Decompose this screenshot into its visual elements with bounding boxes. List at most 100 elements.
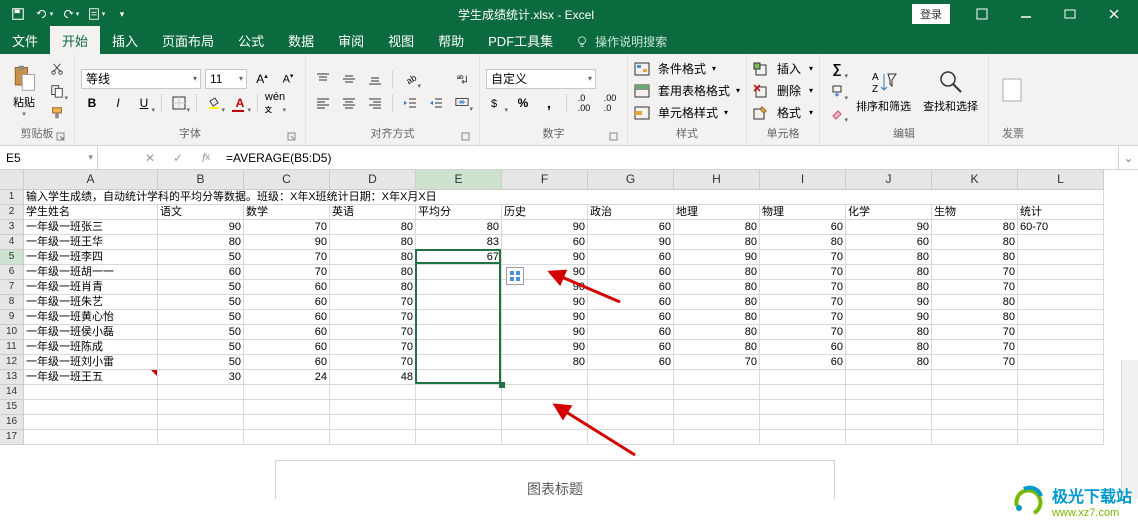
- tab-help[interactable]: 帮助: [426, 26, 476, 54]
- cell[interactable]: [1018, 400, 1104, 415]
- cell[interactable]: 60: [588, 355, 674, 370]
- cell[interactable]: [416, 355, 502, 370]
- number-format-combo[interactable]: 自定义: [486, 69, 596, 89]
- cell[interactable]: 80: [502, 355, 588, 370]
- cell[interactable]: 90: [244, 235, 330, 250]
- cell[interactable]: 48: [330, 370, 416, 385]
- row-header-4[interactable]: 4: [0, 235, 24, 250]
- row-header-17[interactable]: 17: [0, 430, 24, 445]
- row-header-13[interactable]: 13: [0, 370, 24, 385]
- font-color-button[interactable]: A: [229, 92, 251, 114]
- cell[interactable]: [330, 430, 416, 445]
- format-painter-button[interactable]: [46, 102, 68, 124]
- cell[interactable]: 60: [588, 280, 674, 295]
- cell[interactable]: 90: [846, 220, 932, 235]
- row-header-16[interactable]: 16: [0, 415, 24, 430]
- increase-indent-button[interactable]: [425, 92, 447, 114]
- cell[interactable]: [1018, 370, 1104, 385]
- cell[interactable]: 30: [158, 370, 244, 385]
- row-header-1[interactable]: 1: [0, 190, 24, 205]
- tab-data[interactable]: 数据: [276, 26, 326, 54]
- cell[interactable]: 60: [244, 355, 330, 370]
- cell[interactable]: 一年级一班王华: [24, 235, 158, 250]
- cell[interactable]: 70: [932, 325, 1018, 340]
- cell[interactable]: 70: [760, 295, 846, 310]
- quickprint-button[interactable]: ▾: [84, 2, 108, 26]
- maximize-button[interactable]: [1050, 2, 1090, 26]
- cell[interactable]: [674, 430, 760, 445]
- enter-formula-button[interactable]: ✓: [164, 146, 192, 169]
- column-header-B[interactable]: B: [158, 170, 244, 190]
- cell[interactable]: 70: [760, 265, 846, 280]
- cell[interactable]: 90: [158, 220, 244, 235]
- dialog-launcher-icon[interactable]: [609, 132, 619, 142]
- cell[interactable]: 80: [846, 355, 932, 370]
- cell[interactable]: [24, 400, 158, 415]
- column-header-F[interactable]: F: [502, 170, 588, 190]
- align-bottom-button[interactable]: [364, 68, 386, 90]
- cell[interactable]: 80: [674, 235, 760, 250]
- cell[interactable]: 一年级一班李四: [24, 250, 158, 265]
- cell[interactable]: [330, 415, 416, 430]
- cell[interactable]: [416, 385, 502, 400]
- cell[interactable]: [24, 385, 158, 400]
- cell-styles-button[interactable]: 单元格样式▾: [634, 102, 740, 124]
- cell[interactable]: [1018, 325, 1104, 340]
- cell[interactable]: [24, 415, 158, 430]
- cell[interactable]: [932, 400, 1018, 415]
- cell[interactable]: 60: [760, 340, 846, 355]
- cell[interactable]: [932, 370, 1018, 385]
- format-cells-button[interactable]: 格式▾: [753, 102, 813, 124]
- ribbon-display-button[interactable]: [962, 2, 1002, 26]
- align-center-button[interactable]: [338, 92, 360, 114]
- cell[interactable]: 70: [760, 280, 846, 295]
- cell[interactable]: [502, 400, 588, 415]
- dialog-launcher-icon[interactable]: [461, 132, 471, 142]
- cell[interactable]: 90: [502, 340, 588, 355]
- cell[interactable]: 90: [674, 250, 760, 265]
- login-button[interactable]: 登录: [912, 4, 950, 24]
- cell[interactable]: 80: [932, 250, 1018, 265]
- copy-button[interactable]: [46, 80, 68, 102]
- cell[interactable]: 70: [674, 355, 760, 370]
- decrease-decimal-button[interactable]: .00.0: [599, 92, 621, 114]
- cell[interactable]: [416, 325, 502, 340]
- cell[interactable]: [244, 415, 330, 430]
- cell[interactable]: 90: [502, 295, 588, 310]
- cell[interactable]: 83: [416, 235, 502, 250]
- cell[interactable]: 90: [846, 310, 932, 325]
- save-button[interactable]: [6, 2, 30, 26]
- italic-button[interactable]: I: [107, 92, 129, 114]
- cell[interactable]: 历史: [502, 205, 588, 220]
- cell[interactable]: 一年级一班胡一一: [24, 265, 158, 280]
- worksheet-grid[interactable]: ABCDEFGHIJKL 1234567891011121314151617 输…: [0, 170, 1138, 499]
- cell[interactable]: 60: [244, 310, 330, 325]
- cell[interactable]: 政治: [588, 205, 674, 220]
- column-header-E[interactable]: E: [416, 170, 502, 190]
- cell[interactable]: 英语: [330, 205, 416, 220]
- autofill-options-button[interactable]: [506, 267, 524, 285]
- cell[interactable]: [244, 385, 330, 400]
- border-button[interactable]: [168, 92, 190, 114]
- align-middle-button[interactable]: [338, 68, 360, 90]
- cell[interactable]: [588, 415, 674, 430]
- cell[interactable]: 90: [502, 220, 588, 235]
- cell[interactable]: 80: [158, 235, 244, 250]
- column-header-G[interactable]: G: [588, 170, 674, 190]
- cell[interactable]: [588, 430, 674, 445]
- column-headers[interactable]: ABCDEFGHIJKL: [24, 170, 1104, 190]
- tab-view[interactable]: 视图: [376, 26, 426, 54]
- row-header-9[interactable]: 9: [0, 310, 24, 325]
- cut-button[interactable]: [46, 58, 68, 80]
- cell[interactable]: 50: [158, 355, 244, 370]
- underline-button[interactable]: U: [133, 92, 155, 114]
- accounting-format-button[interactable]: $: [486, 92, 508, 114]
- cell[interactable]: 80: [932, 310, 1018, 325]
- cell[interactable]: 80: [330, 280, 416, 295]
- phonetic-button[interactable]: wén文: [264, 92, 286, 114]
- fill-button[interactable]: [826, 80, 848, 102]
- formula-bar[interactable]: =AVERAGE(B5:D5): [220, 146, 1118, 169]
- cell[interactable]: 60: [760, 220, 846, 235]
- cell[interactable]: [1018, 235, 1104, 250]
- cell[interactable]: [932, 415, 1018, 430]
